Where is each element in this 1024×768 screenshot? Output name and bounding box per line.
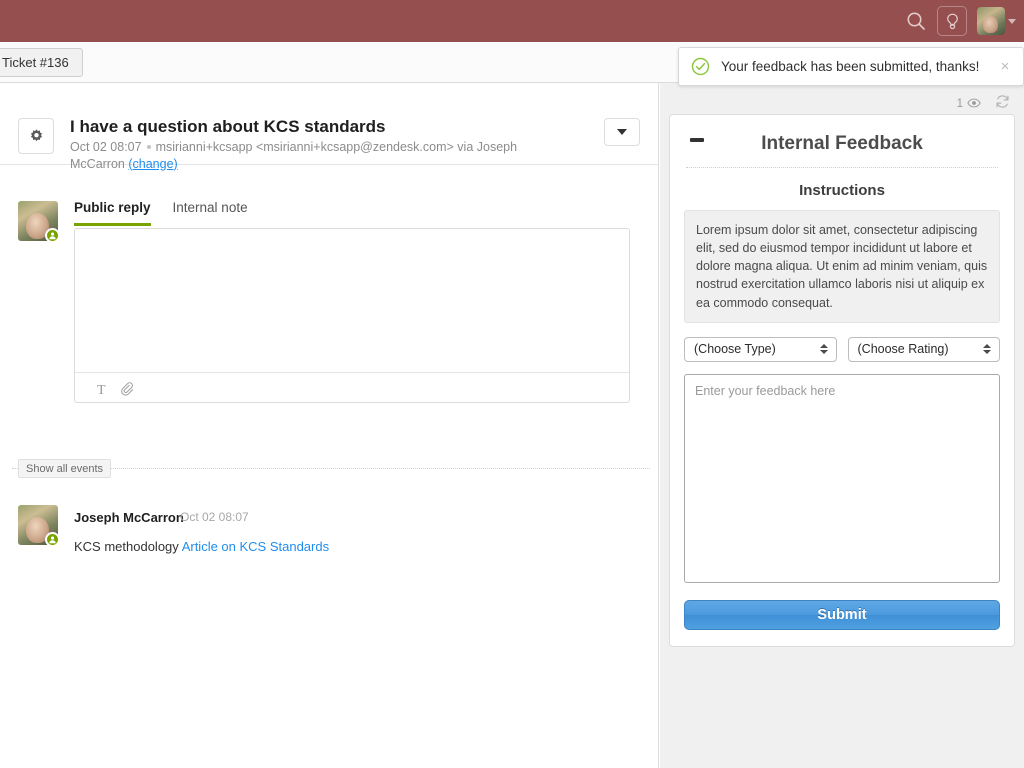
right-sidebar: 1 Internal Feedback Instructions Lorem i… — [660, 83, 1024, 768]
ticket-actions-dropdown[interactable] — [604, 118, 640, 146]
chevron-down-icon — [1008, 18, 1016, 24]
eye-icon — [967, 98, 981, 111]
kcs-article-link[interactable]: Article on KCS Standards — [182, 539, 329, 554]
rating-select-value: (Choose Rating) — [857, 342, 949, 357]
select-arrows-icon — [983, 344, 991, 355]
composer-tabs: Public reply Internal note — [74, 200, 248, 226]
instructions-heading: Instructions — [799, 182, 885, 199]
top-bar-icon-group — [905, 6, 1024, 36]
minus-icon[interactable] — [690, 138, 704, 142]
refresh-icon[interactable] — [995, 94, 1010, 114]
tab-public-reply[interactable]: Public reply — [74, 200, 151, 226]
select-arrows-icon — [819, 344, 828, 355]
paperclip-icon[interactable] — [120, 381, 133, 401]
watcher-count-value: 1 — [956, 98, 963, 110]
ticket-timestamp: Oct 02 08:07 — [70, 140, 142, 154]
end-user-badge-icon — [45, 228, 60, 243]
search-icon[interactable] — [905, 10, 927, 32]
feedback-app-header: Internal Feedback — [684, 129, 1000, 163]
feedback-app-title: Internal Feedback — [761, 133, 923, 154]
event-body-text: KCS methodology — [74, 539, 182, 554]
check-circle-icon — [691, 57, 710, 76]
ticket-pane: I have a question about KCS standards Oc… — [0, 83, 659, 768]
notification-toast: Your feedback has been submitted, thanks… — [678, 47, 1024, 86]
feedback-input[interactable] — [684, 373, 1000, 583]
toast-message: Your feedback has been submitted, thanks… — [721, 59, 980, 74]
reply-input[interactable] — [75, 229, 629, 367]
user-menu[interactable] — [977, 7, 1016, 35]
watcher-count[interactable]: 1 — [957, 98, 981, 111]
submit-button[interactable]: Submit — [684, 599, 1000, 630]
event-author: Joseph McCarron — [74, 510, 184, 525]
type-select-value: (Choose Type) — [694, 342, 776, 357]
avatar — [977, 7, 1005, 35]
composer-toolbar: T — [75, 372, 629, 408]
event-timestamp: Oct 02 08:07 — [180, 510, 249, 524]
rating-select[interactable]: (Choose Rating) — [847, 336, 1000, 362]
top-navigation-bar — [0, 0, 1024, 42]
ticket-meta: Oct 02 08:07 msirianni+kcsapp <msirianni+… — [70, 139, 565, 172]
tab-ticket-136[interactable]: Ticket #136 — [0, 48, 83, 77]
internal-feedback-app: Internal Feedback Instructions Lorem ips… — [669, 114, 1015, 647]
divider — [686, 167, 998, 168]
tab-ticket-label: Ticket #136 — [2, 55, 69, 70]
sidebar-meta: 1 — [957, 94, 1010, 114]
gear-icon[interactable] — [18, 118, 54, 154]
page-title: I have a question about KCS standards — [70, 117, 386, 136]
end-user-badge-icon — [45, 532, 60, 547]
type-select[interactable]: (Choose Type) — [684, 336, 837, 362]
meta-separator-dot — [146, 144, 151, 149]
reply-box: T — [74, 228, 630, 403]
phone-icon[interactable] — [937, 6, 967, 36]
instructions-text: Lorem ipsum dolor sit amet, consectetur … — [684, 210, 1000, 323]
close-icon[interactable]: × — [997, 59, 1013, 75]
text-format-icon[interactable]: T — [97, 383, 106, 399]
change-requester-link[interactable]: (change) — [128, 157, 177, 171]
chevron-down-icon — [617, 129, 627, 135]
feedback-selects: (Choose Type) (Choose Rating) — [684, 336, 1000, 362]
event-body: KCS methodology Article on KCS Standards — [74, 539, 329, 554]
tab-internal-note[interactable]: Internal note — [173, 200, 248, 226]
show-all-events-button[interactable]: Show all events — [18, 459, 112, 478]
